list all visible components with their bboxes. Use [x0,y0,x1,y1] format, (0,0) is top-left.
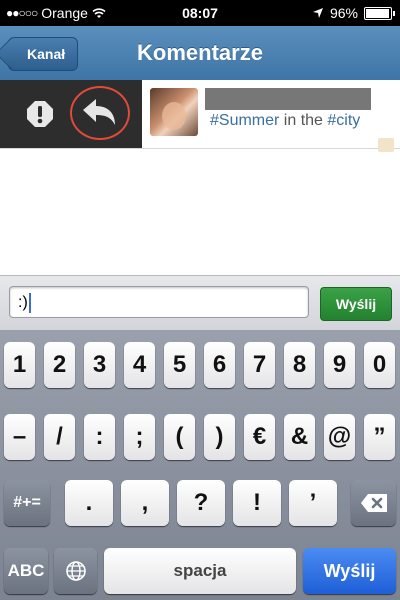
redacted-username [205,88,371,110]
return-send-key[interactable]: Wyślij [303,548,396,594]
comment-plain-text: in the [279,112,328,129]
key[interactable]: – [4,414,35,460]
hashtag-link[interactable]: #city [327,112,360,129]
key[interactable]: € [244,414,275,460]
abc-key[interactable]: ABC [4,548,48,594]
globe-icon [65,560,86,581]
key[interactable]: 3 [84,342,115,388]
status-bar: ●●○○○ Orange 08:07 96% [0,0,400,26]
key[interactable]: ) [204,414,235,460]
key[interactable]: 9 [324,342,355,388]
key[interactable]: ’ [289,480,337,526]
key[interactable]: 6 [204,342,235,388]
key[interactable]: @ [324,414,355,460]
report-icon[interactable] [26,100,54,128]
key[interactable]: 0 [364,342,395,388]
key[interactable]: 1 [4,342,35,388]
comment-input[interactable]: :) [9,286,309,318]
comment-text: #Summer in the #city [210,112,360,130]
send-button[interactable]: Wyślij [320,287,392,321]
compose-bar: :) Wyślij [0,275,400,330]
keyboard: 1 2 3 4 5 6 7 8 9 0 – / : ; ( ) € & @ ” … [0,330,400,600]
reply-icon[interactable] [82,98,116,126]
backspace-key[interactable] [351,480,396,526]
key[interactable]: / [44,414,75,460]
navigation-bar: Kanał Komentarze [0,26,400,81]
key[interactable]: 8 [284,342,315,388]
comment-actions [0,80,142,148]
battery-icon [364,6,395,20]
hashtag-link[interactable]: #Summer [210,112,279,129]
key[interactable]: 5 [164,342,195,388]
key[interactable]: ? [177,480,225,526]
battery-fill [366,8,389,18]
key[interactable]: , [121,480,169,526]
comment-input-value: :) [18,294,28,311]
avatar[interactable] [150,88,198,136]
key[interactable]: ; [124,414,155,460]
key[interactable]: ( [164,414,195,460]
space-key[interactable]: spacja [104,548,296,594]
status-right: 96% [312,5,395,21]
symbols-toggle-key[interactable]: #+= [4,480,50,526]
image-thumbnail-peek [378,138,394,152]
battery-percent: 96% [329,5,358,21]
key[interactable]: 4 [124,342,155,388]
page-title: Komentarze [137,40,263,65]
text-caret [28,292,31,313]
key[interactable]: : [84,414,115,460]
key[interactable]: . [65,480,113,526]
globe-key[interactable] [54,548,97,594]
key[interactable]: & [284,414,315,460]
backspace-icon [360,493,387,512]
key[interactable]: ! [233,480,281,526]
key[interactable]: 2 [44,342,75,388]
location-arrow-icon [312,8,323,18]
key[interactable]: ” [364,414,395,460]
key[interactable]: 7 [244,342,275,388]
